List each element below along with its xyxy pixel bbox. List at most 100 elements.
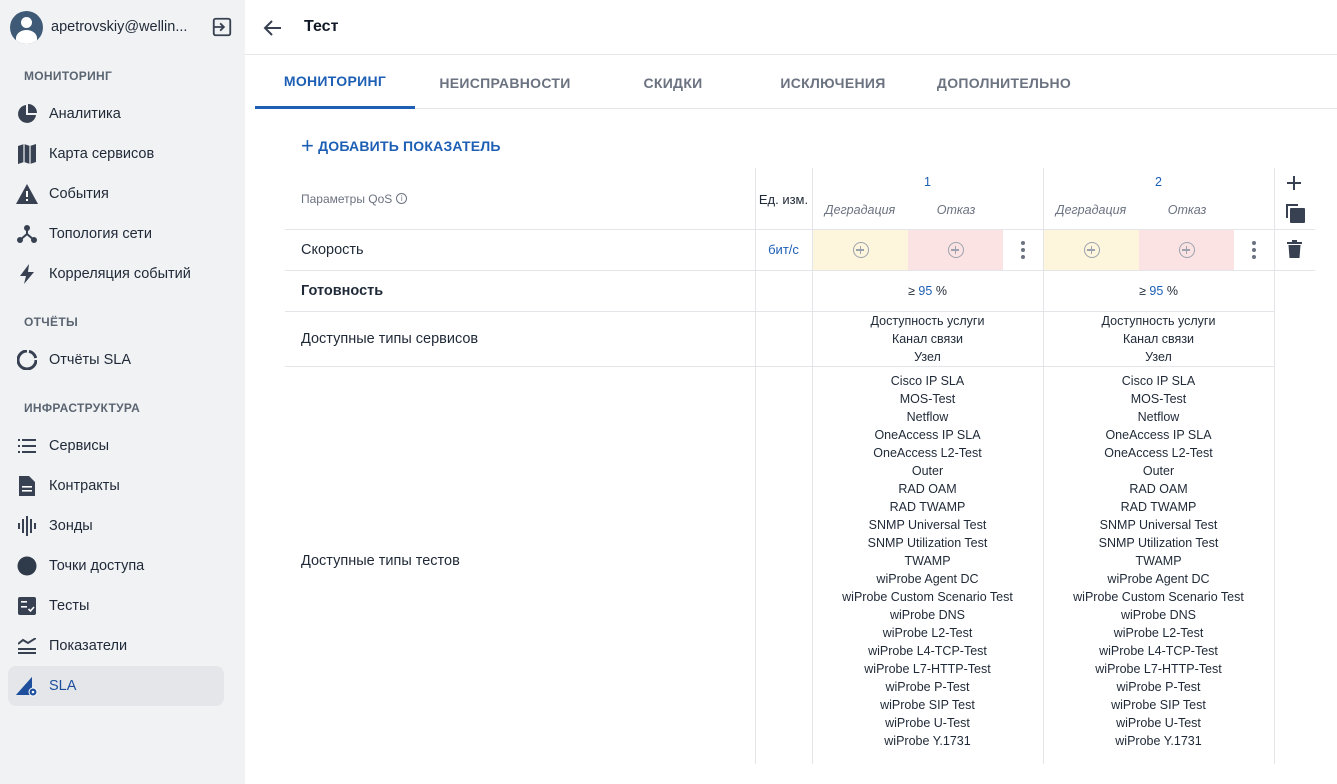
list-item: wiProbe L7-HTTP-Test	[1095, 662, 1222, 676]
plus-icon: +	[301, 133, 315, 158]
list-item: wiProbe Y.1731	[1115, 734, 1202, 748]
sidebar-item-label: Точки доступа	[49, 558, 145, 574]
list-item: wiProbe Y.1731	[884, 734, 971, 748]
sidebar-item-access-points[interactable]: Точки доступа	[8, 546, 224, 586]
trash-icon[interactable]	[1287, 240, 1302, 258]
qos-params-header: Параметры QoS i	[285, 168, 755, 229]
avatar[interactable]	[10, 10, 43, 44]
sidebar-item-label: SLA	[49, 678, 77, 694]
more-menu-button[interactable]	[1003, 230, 1043, 270]
service-types-list[interactable]: Доступность услуги Канал связи Узел	[1043, 311, 1274, 366]
tab-additional[interactable]: ДОПОЛНИТЕЛЬНО	[924, 56, 1084, 109]
list-item: TWAMP	[904, 554, 951, 568]
list-item: Канал связи	[891, 331, 964, 346]
sidebar-item-events[interactable]: События	[8, 174, 224, 214]
sidebar-item-sla-reports[interactable]: Отчёты SLA	[8, 340, 224, 380]
info-icon[interactable]: i	[396, 193, 408, 204]
sidebar-item-sla[interactable]: SLA	[8, 666, 224, 706]
qos-table: Параметры QoS i Ед. изм. 1 Деградация От…	[285, 168, 1315, 764]
list-item: wiProbe SIP Test	[1111, 698, 1206, 712]
tab-discounts[interactable]: СКИДКИ	[593, 56, 753, 109]
degradation-cell[interactable]	[1044, 230, 1139, 270]
list-item: Netflow	[1137, 410, 1180, 424]
sidebar-item-contracts[interactable]: Контракты	[8, 466, 224, 506]
section-title-infrastructure: ИНФРАСТРУКТУРА	[24, 401, 141, 415]
sidebar-item-service-map[interactable]: Карта сервисов	[8, 134, 224, 174]
list-item: RAD OAM	[1129, 482, 1188, 496]
add-circle-icon[interactable]	[947, 242, 964, 258]
list-item: wiProbe Agent DC	[1107, 572, 1210, 586]
list-item: OneAccess IP SLA	[1105, 428, 1212, 442]
document-icon	[16, 475, 38, 497]
list-icon	[16, 435, 38, 457]
list-item: RAD TWAMP	[889, 500, 966, 514]
sidebar-item-probes[interactable]: Зонды	[8, 506, 224, 546]
list-item: Узел	[1145, 349, 1172, 364]
qos-params-label: Параметры QoS	[301, 191, 393, 206]
add-indicator-button[interactable]: + ДОБАВИТЬ ПОКАЗАТЕЛЬ	[301, 133, 501, 158]
list-item: wiProbe DNS	[889, 608, 966, 622]
warning-icon	[16, 183, 38, 205]
list-item: wiProbe Custom Scenario Test	[1073, 590, 1244, 604]
logout-icon[interactable]	[211, 16, 233, 38]
sidebar-item-services[interactable]: Сервисы	[8, 426, 224, 466]
sla-icon	[16, 675, 38, 697]
list-item: wiProbe DNS	[1120, 608, 1197, 622]
test-types-list[interactable]: Cisco IP SLA MOS-Test Netflow OneAccess IP …	[812, 366, 1043, 756]
indicators-icon	[16, 635, 38, 657]
test-types-list[interactable]: Cisco IP SLA MOS-Test Netflow OneAccess IP …	[1043, 366, 1274, 756]
list-item: Cisco IP SLA	[890, 374, 965, 388]
ge-sign: ≥	[1139, 283, 1146, 298]
waveform-icon	[16, 515, 38, 537]
tab-faults[interactable]: НЕИСПРАВНОСТИ	[425, 56, 585, 109]
sidebar-item-topology[interactable]: Топология сети	[8, 214, 224, 254]
sidebar-item-analytics[interactable]: Аналитика	[8, 94, 224, 134]
add-column-icon[interactable]	[1286, 175, 1302, 191]
list-item: OneAccess IP SLA	[874, 428, 981, 442]
list-item: wiProbe L2-Test	[882, 626, 973, 640]
sidebar-item-tests[interactable]: Тесты	[8, 586, 224, 626]
add-circle-icon[interactable]	[852, 242, 869, 258]
list-item: SNMP Universal Test	[1099, 518, 1218, 532]
availability-number[interactable]: 95	[1149, 284, 1163, 298]
row-label-test-types: Доступные типы тестов	[301, 553, 460, 569]
sidebar-item-label: Зонды	[49, 518, 93, 534]
failure-cell[interactable]	[908, 230, 1003, 270]
add-circle-icon[interactable]	[1083, 242, 1100, 258]
sidebar-item-label: Сервисы	[49, 438, 110, 454]
list-item: wiProbe L4-TCP-Test	[1099, 644, 1218, 658]
list-item: SNMP Utilization Test	[1098, 536, 1219, 550]
list-item: TWAMP	[1135, 554, 1182, 568]
sidebar-item-event-correlation[interactable]: Корреляция событий	[8, 254, 224, 294]
add-circle-icon[interactable]	[1178, 242, 1195, 258]
list-item: Netflow	[906, 410, 949, 424]
sidebar-item-indicators[interactable]: Показатели	[8, 626, 224, 666]
top-bar: Тест	[245, 0, 1337, 55]
list-item: wiProbe U-Test	[1116, 716, 1201, 730]
sidebar-item-label: Карта сервисов	[49, 146, 155, 162]
degradation-cell[interactable]	[813, 230, 908, 270]
back-arrow-icon[interactable]	[261, 16, 285, 40]
list-item: Cisco IP SLA	[1121, 374, 1196, 388]
tab-exclusions[interactable]: ИСКЛЮЧЕНИЯ	[753, 56, 913, 109]
list-item: wiProbe P-Test	[1116, 680, 1201, 694]
availability-number[interactable]: 95	[918, 284, 932, 298]
list-item: wiProbe L2-Test	[1113, 626, 1204, 640]
list-item: MOS-Test	[899, 392, 956, 406]
unit-value: бит/с	[768, 242, 799, 257]
section-title-monitoring: МОНИТОРИНГ	[24, 69, 113, 83]
more-menu-button[interactable]	[1234, 230, 1274, 270]
unit-header: Ед. изм.	[758, 191, 809, 207]
username: apetrovskiy@wellin...	[51, 19, 188, 35]
sidebar-item-label: Тесты	[49, 598, 90, 614]
tab-monitoring[interactable]: МОНИТОРИНГ	[255, 56, 415, 109]
sidebar: apetrovskiy@wellin... МОНИТОРИНГ Аналити…	[0, 0, 245, 784]
user-menu[interactable]: apetrovskiy@wellin...	[10, 10, 235, 44]
failure-cell[interactable]	[1139, 230, 1234, 270]
list-item: Доступность услуги	[1101, 313, 1216, 328]
service-types-list[interactable]: Доступность услуги Канал связи Узел	[812, 311, 1043, 366]
copy-icon[interactable]	[1285, 203, 1306, 224]
sidebar-item-label: Показатели	[49, 638, 128, 654]
main-content: Тест МОНИТОРИНГ НЕИСПРАВНОСТИ СКИДКИ ИСК…	[245, 0, 1337, 784]
column-number: 1	[924, 175, 931, 189]
